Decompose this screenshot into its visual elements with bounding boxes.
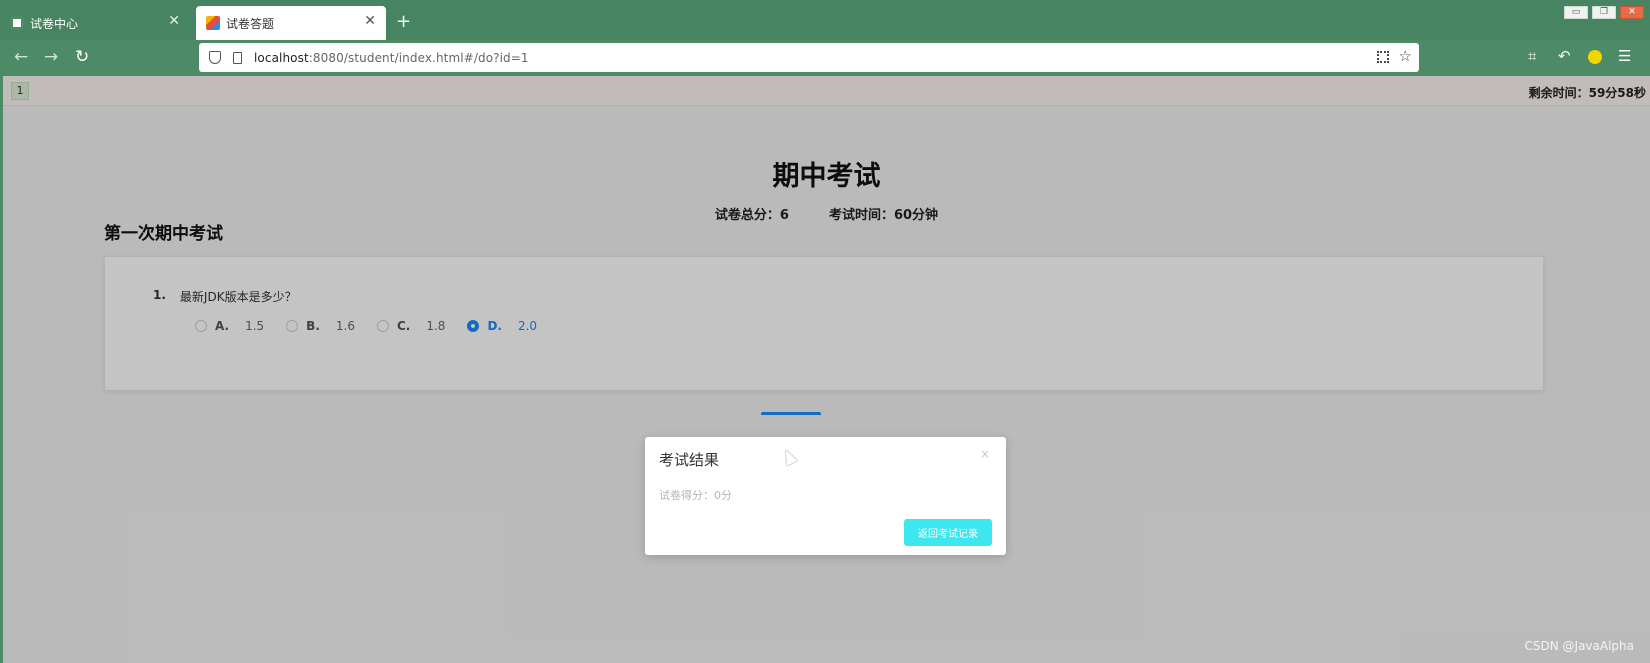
tab-title: 试卷中心: [30, 16, 79, 31]
return-exam-record-button[interactable]: 返回考试记录: [904, 519, 992, 546]
bookmark-star-icon[interactable]: ☆: [1399, 47, 1412, 65]
url-path: :8080/student/index.html#/do?id=1: [308, 50, 529, 65]
site-favicon-icon: [206, 16, 220, 30]
minimize-window-button[interactable]: ▭: [1564, 6, 1588, 19]
tab-close-icon[interactable]: ✕: [364, 14, 376, 28]
shield-icon: [209, 51, 221, 64]
navigation-bar: ← → ↻ localhost:8080/student/index.html#…: [0, 40, 1650, 76]
watermark: CSDN @JavaAlpha: [1524, 639, 1635, 653]
close-window-button[interactable]: ✕: [1620, 6, 1644, 19]
extension-coin-icon[interactable]: [1588, 50, 1602, 64]
new-tab-button[interactable]: +: [396, 11, 411, 32]
undo-icon[interactable]: ↶: [1558, 48, 1571, 64]
back-arrow-icon[interactable]: ←: [14, 47, 28, 67]
tab-title: 试卷答题: [226, 16, 275, 31]
page-icon: [233, 51, 242, 64]
qr-code-icon[interactable]: [1377, 51, 1389, 63]
url-host: localhost: [254, 50, 309, 65]
url-text[interactable]: localhost:8080/student/index.html#/do?id…: [254, 51, 529, 65]
reload-icon[interactable]: ↻: [75, 47, 89, 67]
site-favicon-icon: [10, 16, 24, 30]
screenshot-crop-icon[interactable]: ⌗: [1528, 48, 1536, 64]
modal-mask: [3, 76, 1650, 663]
tab-exam-answering[interactable]: 试卷答题 ✕: [196, 6, 386, 40]
address-bar[interactable]: localhost:8080/student/index.html#/do?id…: [199, 43, 1419, 72]
dialog-title: 考试结果: [659, 451, 720, 469]
tab-strip: 试卷中心 ✕ 试卷答题 ✕ + ▭ ❐ ✕: [0, 0, 1650, 40]
tab-close-icon[interactable]: ✕: [168, 14, 180, 28]
forward-arrow-icon[interactable]: →: [44, 47, 58, 67]
exam-result-dialog: 考试结果 × 试卷得分：0分 返回考试记录: [645, 437, 1006, 555]
dialog-close-icon[interactable]: ×: [980, 447, 990, 461]
tab-exam-center[interactable]: 试卷中心 ✕: [0, 6, 190, 40]
menu-icon[interactable]: ☰: [1618, 48, 1631, 64]
exam-score-text: 试卷得分：0分: [659, 489, 732, 502]
restore-window-button[interactable]: ❐: [1592, 6, 1616, 19]
